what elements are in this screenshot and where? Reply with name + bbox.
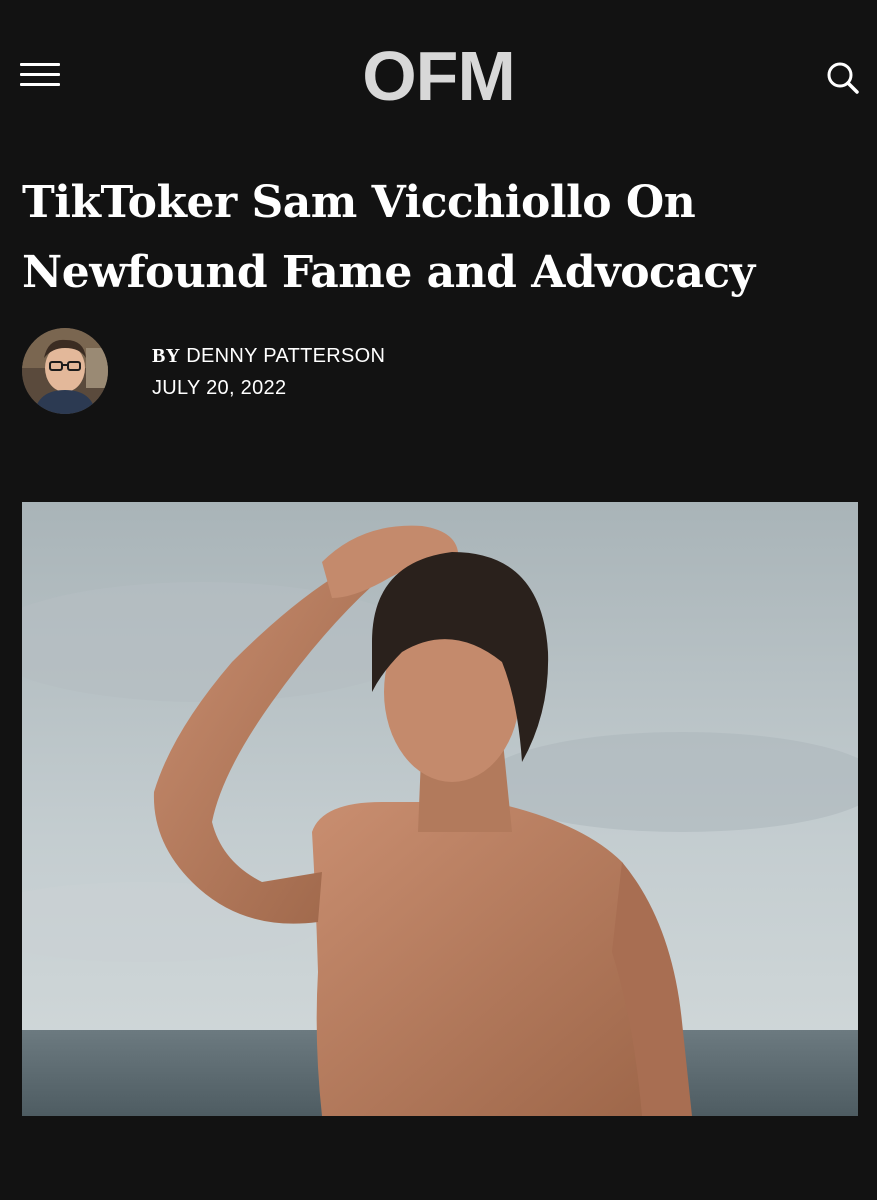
- author-avatar[interactable]: [22, 328, 108, 414]
- site-logo[interactable]: OFM: [0, 38, 877, 114]
- author-byline: BY DENNY PATTERSON: [152, 342, 385, 370]
- article-title: TikToker Sam Vicchiollo On Newfound Fame…: [22, 177, 755, 298]
- publish-date: JULY 20, 2022: [152, 377, 287, 399]
- byline-prefix: BY: [152, 345, 181, 367]
- author-name[interactable]: DENNY PATTERSON: [186, 345, 385, 367]
- search-icon[interactable]: [823, 58, 863, 98]
- hero-image: [22, 502, 858, 1116]
- site-header: OFM: [0, 0, 877, 150]
